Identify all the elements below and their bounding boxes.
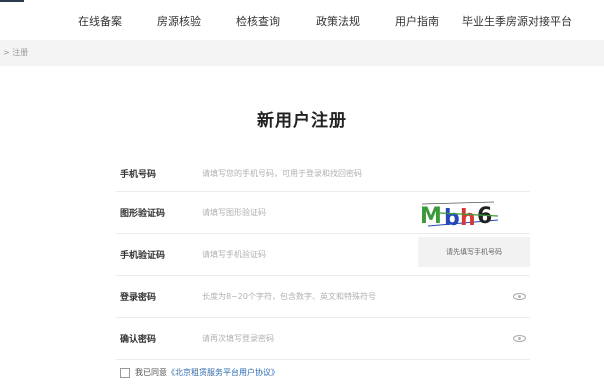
svg-text:h: h: [460, 206, 476, 231]
phone-input[interactable]: 请填写您的手机号码，可用于登录和找回密码: [202, 168, 362, 179]
password-input[interactable]: 长度为8~20个字符，包含数字、英文和特殊符号: [202, 291, 376, 302]
captcha-input[interactable]: 请填写图形验证码: [202, 207, 266, 218]
checkbox-icon[interactable]: [120, 368, 130, 378]
sms-input[interactable]: 请填写手机验证码: [202, 249, 266, 260]
nav-item-policies[interactable]: 政策法规: [316, 13, 360, 29]
agreement-prefix: 我已同意: [135, 368, 167, 377]
sms-label: 手机验证码: [120, 251, 166, 261]
nav-item-user-guide[interactable]: 用户指南: [395, 13, 439, 29]
top-navigation: 在线备案 房源核验 检核查询 政策法规 用户指南 毕业生季房源对接平台: [0, 0, 604, 40]
svg-text:M: M: [420, 204, 442, 229]
svg-text:6: 6: [477, 204, 492, 229]
nav-item-graduate-platform[interactable]: 毕业生季房源对接平台: [462, 13, 572, 29]
nav-item-verification-query[interactable]: 检核查询: [236, 13, 280, 29]
password-row: 登录密码 长度为8~20个字符，包含数字、英文和特殊符号: [116, 276, 530, 318]
eye-icon[interactable]: [513, 293, 526, 300]
user-agreement-link[interactable]: 《北京租赁服务平台用户协议》: [167, 368, 279, 377]
confirm-password-label: 确认密码: [120, 335, 157, 345]
confirm-password-row: 确认密码 请再次填写登录密码: [116, 318, 530, 360]
captcha-image[interactable]: M b h 6: [418, 198, 500, 232]
password-label: 登录密码: [120, 293, 157, 303]
breadcrumb-text: > 注册: [3, 48, 29, 57]
logo-accent: [0, 0, 24, 2]
nav-item-listing-verification[interactable]: 房源核验: [157, 13, 201, 29]
svg-text:b: b: [444, 206, 460, 231]
phone-row: 手机号码 请填写您的手机号码，可用于登录和找回密码: [116, 155, 530, 192]
confirm-password-input[interactable]: 请再次填写登录密码: [202, 333, 274, 344]
page-title: 新用户注册: [257, 111, 347, 131]
captcha-label: 图形验证码: [120, 209, 166, 219]
breadcrumb: > 注册: [0, 40, 604, 66]
send-sms-button[interactable]: 请先填写手机号码: [418, 237, 530, 267]
agreement-text: 我已同意《北京租赁服务平台用户协议》: [135, 367, 279, 378]
nav-item-online-filing[interactable]: 在线备案: [78, 13, 122, 29]
phone-label: 手机号码: [120, 170, 157, 180]
eye-icon[interactable]: [513, 335, 526, 342]
